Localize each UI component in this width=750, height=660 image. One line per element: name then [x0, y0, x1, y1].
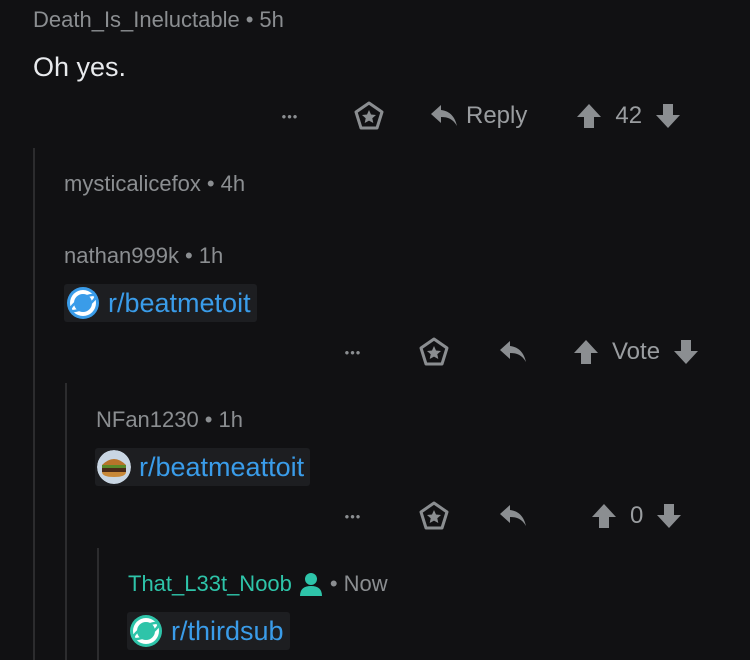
subreddit-name: r/beatmetoit: [108, 287, 251, 318]
vote-score: 0: [630, 502, 644, 529]
upvote-button[interactable]: [590, 502, 618, 530]
comment-author[interactable]: nathan999k: [64, 243, 179, 269]
comment-author[interactable]: Death_Is_Ineluctable: [33, 7, 240, 33]
comment-body: Oh yes.: [33, 52, 127, 82]
reply-button[interactable]: Reply: [430, 102, 527, 130]
thread-line-level-2[interactable]: [65, 383, 67, 660]
subreddit-link[interactable]: r/beatmeattoit: [95, 448, 311, 486]
comment-time: 4h: [220, 171, 246, 196]
award-icon[interactable]: [354, 101, 384, 131]
more-options-button[interactable]: •••: [341, 345, 365, 360]
upvote-button[interactable]: [572, 338, 600, 366]
separator-dot: •: [204, 407, 213, 432]
more-options-button[interactable]: •••: [278, 109, 302, 124]
award-icon[interactable]: [419, 501, 449, 531]
comment-meta: mysticalicefox • 4h: [64, 171, 245, 197]
upvote-icon: [592, 504, 616, 528]
separator-dot: •: [206, 171, 215, 196]
upvote-icon: [574, 340, 598, 364]
reply-button[interactable]: [499, 504, 527, 528]
vote-score: Vote: [612, 338, 661, 365]
vote-score: 42: [615, 102, 643, 129]
downvote-icon: [674, 340, 699, 364]
downvote-button[interactable]: [672, 338, 700, 366]
comment-meta: Death_Is_Ineluctable • 5h: [33, 7, 284, 33]
burger-icon: [97, 450, 131, 484]
comment-actions: ••• Reply 42: [278, 98, 682, 134]
downvote-icon: [656, 104, 681, 128]
separator-dot: •: [245, 7, 254, 32]
comment-meta: NFan1230 • 1h: [96, 407, 243, 433]
subreddit-link[interactable]: r/beatmetoit: [64, 284, 257, 322]
award-icon[interactable]: [419, 337, 449, 367]
reply-label: Reply: [466, 102, 528, 129]
downvote-icon: [657, 504, 682, 528]
separator-dot: •: [329, 571, 338, 596]
comment-actions: ••• Vote: [341, 334, 700, 370]
more-options-button[interactable]: •••: [341, 509, 365, 524]
comment-author[interactable]: mysticalicefox: [64, 171, 201, 197]
separator-dot: •: [185, 243, 193, 268]
comment-time: 5h: [259, 7, 284, 32]
thread-line-level-3[interactable]: [97, 548, 99, 660]
upvote-button[interactable]: [575, 102, 603, 130]
comment-meta: nathan999k • 1h: [64, 243, 223, 269]
reply-icon: [500, 341, 526, 362]
comment-actions: ••• 0: [341, 498, 683, 534]
comment-time: Now: [343, 571, 388, 596]
thread-line-level-1[interactable]: [33, 148, 35, 660]
reply-icon: [500, 505, 526, 526]
subreddit-name: r/beatmeattoit: [139, 451, 305, 482]
op-user-icon: [298, 571, 324, 597]
subreddit-name: r/thirdsub: [171, 615, 284, 646]
reply-button[interactable]: [499, 340, 527, 364]
reply-icon: [431, 105, 457, 126]
comment-time: 1h: [198, 243, 224, 268]
upvote-icon: [577, 104, 602, 128]
planet-icon: [129, 614, 163, 648]
planet-icon: [66, 286, 100, 320]
downvote-button[interactable]: [654, 102, 682, 130]
comment-meta: That_L33t_Noob • Now: [128, 571, 388, 597]
subreddit-link[interactable]: r/thirdsub: [127, 612, 290, 650]
comment-author-op[interactable]: That_L33t_Noob: [128, 571, 292, 597]
comment-author[interactable]: NFan1230: [96, 407, 199, 433]
downvote-button[interactable]: [655, 502, 683, 530]
comment-time: 1h: [218, 407, 243, 432]
